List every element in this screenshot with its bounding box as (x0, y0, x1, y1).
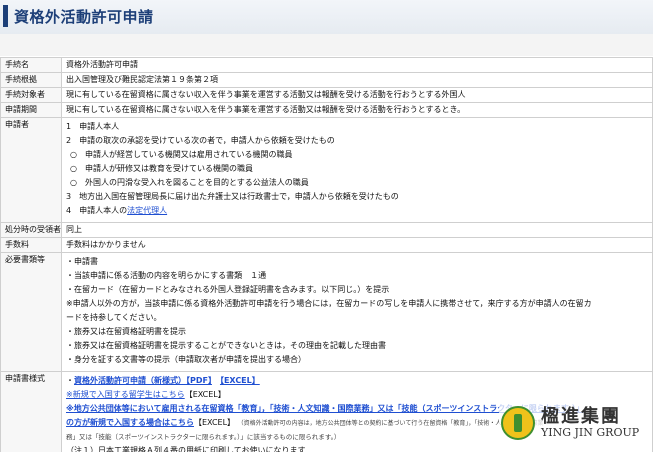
required-doc-line: ・旅券又は在留資格証明書を提示 (66, 327, 186, 336)
applicant-line: ○ 申請人が研修又は教育を受けている機関の職員 (70, 164, 253, 173)
table-row: 申請者 1 申請人本人 2 申請の取次の承認を受けている次の者で，申請人から依頼… (0, 117, 653, 223)
form-excel-link[interactable]: 【EXCEL】 (220, 376, 260, 385)
row-value: 出入国管理及び難民認定法第１９条第２項 (61, 72, 653, 88)
row-label: 必要書類等 (0, 252, 62, 372)
row-label: 申請者 (0, 117, 62, 223)
header-spacer (0, 34, 653, 56)
form-pdf-link[interactable]: 資格外活動許可申請（新様式）【PDF】 (74, 376, 212, 385)
page-title: 資格外活動許可申請 (14, 8, 154, 26)
required-doc-line: ・当該申請に係る活動の内容を明らかにする書類 １通 (66, 271, 267, 280)
row-label: 申請期間 (0, 102, 62, 118)
applicant-line: 3 地方出入国在留管理局長に届け出た弁護士又は行政書士で，申請人から依頼を受けた… (66, 192, 399, 201)
public-body-excel: 【EXCEL】 (194, 418, 236, 427)
row-value: 現に有している在留資格に属さない収入を伴う事業を運営する活動又は報酬を受ける活動… (61, 87, 653, 103)
required-doc-line: ・旅券又は在留資格証明書を提示することができないときは，その理由を記載した理由書 (66, 341, 386, 350)
required-doc-line: ・在留カード（在留カードとみなされる外国人登録証明書を含みます。以下同じ。）を提… (66, 285, 390, 294)
page: 資格外活動許可申請 手続名 資格外活動許可申請 手続根拠 出入国管理及び難民認定… (0, 0, 653, 452)
applicant-line: ○ 外国人の円滑な受入れを図ることを目的とする公益法人の職員 (70, 178, 309, 187)
required-doc-line: ・身分を証する文書等の提示（申請取次者が申請を提出する場合） (66, 355, 306, 364)
required-doc-line: ※申請人以外の方が，当該申請に係る資格外活動許可申請を行う場合には，在留カードの… (66, 299, 592, 308)
logo-badge-icon (501, 406, 535, 440)
form-line: ・資格外活動許可申請（新様式）【PDF】 【EXCEL】 (66, 376, 260, 385)
row-value: 1 申請人本人 2 申請の取次の承認を受けている次の者で，申請人から依頼を受けた… (61, 117, 653, 223)
applicant-line: ○ 申請人が経営している機関又は雇用されている機関の職員 (70, 150, 293, 159)
table-row: 手続対象者 現に有している在留資格に属さない収入を伴う事業を運営する活動又は報酬… (0, 87, 653, 103)
required-doc-line: ・申請書 (66, 257, 98, 266)
required-doc-line: ードを持参してください。 (66, 313, 162, 322)
row-label: 手数料 (0, 237, 62, 253)
row-label: 手続対象者 (0, 87, 62, 103)
applicant-line: 1 申請人本人 (66, 122, 120, 131)
table-row: 手続根拠 出入国管理及び難民認定法第１９条第２項 (0, 72, 653, 88)
logo-chinese-text: 楹進集團 (541, 406, 621, 427)
legal-representative-link[interactable]: 法定代理人 (127, 206, 167, 215)
row-value: 資格外活動許可申請 (61, 57, 653, 73)
row-label: 手続根拠 (0, 72, 62, 88)
logo-english-text: YING JIN GROUP (541, 426, 640, 439)
table-row: 手数料 手数料はかかりません (0, 237, 653, 253)
applicant-line-prefix: 4 申請人本人の (66, 206, 128, 215)
watermark-logo: 楹進集團 YING JIN GROUP (499, 398, 649, 446)
row-label: 処分時の受領者 (0, 222, 62, 238)
public-body-link-cont[interactable]: の方が新規で入国する場合はこちら (66, 418, 194, 427)
row-label: 申請書様式 (0, 371, 62, 452)
table-row: 必要書類等 ・申請書 ・当該申請に係る活動の内容を明らかにする書類 １通 ・在留… (0, 252, 653, 372)
row-label: 手続名 (0, 57, 62, 73)
table-row: 申請期間 現に有している在留資格に属さない収入を伴う事業を運営する活動又は報酬を… (0, 102, 653, 118)
new-student-link[interactable]: ※新規で入国する留学生はこちら (66, 390, 185, 399)
table-row: 手続名 資格外活動許可申請 (0, 57, 653, 73)
applicant-line: 4 申請人本人の法定代理人 (66, 204, 648, 218)
title-accent-bar (3, 5, 8, 27)
table-row: 処分時の受領者 同上 (0, 222, 653, 238)
row-value: 同上 (61, 222, 653, 238)
title-bar: 資格外活動許可申請 (0, 0, 653, 35)
row-value: 手数料はかかりません (61, 237, 653, 253)
public-body-note: （資格外活動許可の内容は，地方公共団体等との契約に基づいて行う在留資格「教育」，… (237, 420, 544, 427)
new-student-excel: 【EXCEL】 (184, 390, 226, 399)
row-value: ・申請書 ・当該申請に係る活動の内容を明らかにする書類 １通 ・在留カード（在留… (61, 252, 653, 372)
applicant-line: 2 申請の取次の承認を受けている次の者で，申請人から依頼を受けたもの (66, 136, 335, 145)
procedure-table: 手続名 資格外活動許可申請 手続根拠 出入国管理及び難民認定法第１９条第２項 手… (0, 57, 653, 452)
row-value: 現に有している在留資格に属さない収入を伴う事業を運営する活動又は報酬を受ける活動… (61, 102, 653, 118)
